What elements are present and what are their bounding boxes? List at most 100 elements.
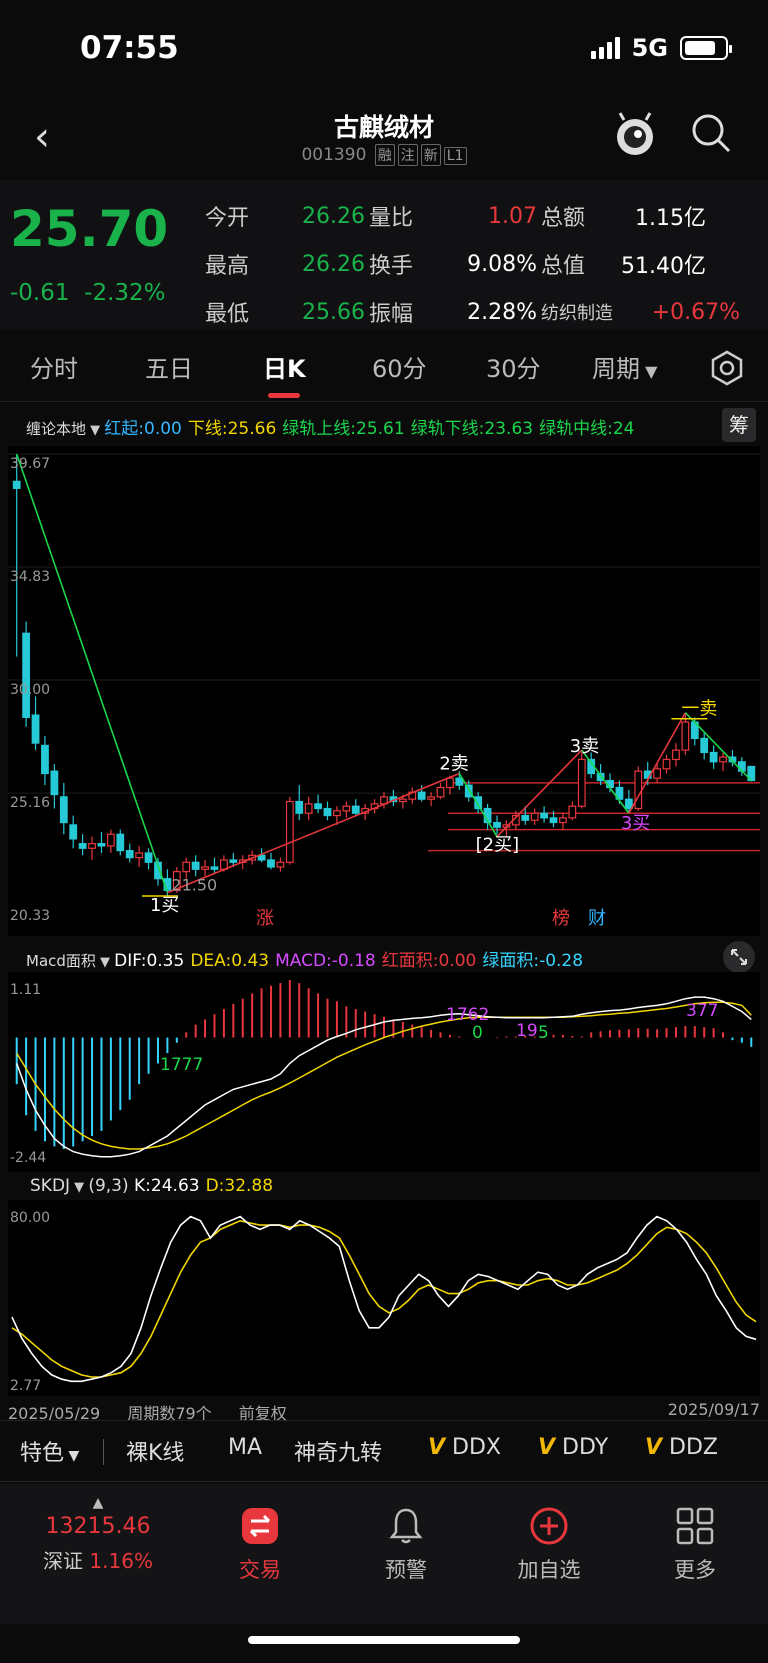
change-percent: -2.32%: [84, 280, 166, 306]
quote-value: 1.07: [488, 203, 537, 229]
status-bar: 07:55 5G: [0, 0, 768, 100]
quote-label: 量比: [369, 206, 414, 231]
stock-code: 001390: [301, 145, 367, 165]
index-name: 深证: [43, 1549, 84, 1573]
legend-item: 绿轨中线:24: [539, 419, 635, 439]
caret-down-icon: ▼: [86, 423, 105, 438]
tab-period[interactable]: 周期 ▼: [592, 349, 657, 384]
tab-60min[interactable]: 60分: [372, 349, 427, 384]
toolbar-ddz[interactable]: V DDZ: [645, 1435, 718, 1460]
list-badge: 榜: [552, 908, 570, 929]
macd-selector[interactable]: Macd面积: [26, 952, 96, 970]
buy-3-label: 3买: [621, 813, 650, 834]
vip-icon: V: [538, 1435, 556, 1460]
sell-2-label: 2卖: [439, 753, 468, 774]
toolbar-ddx-label: DDX: [452, 1435, 501, 1460]
sell-1-label: 一卖: [681, 699, 717, 720]
legend-item: MACD:-0.18: [275, 951, 376, 971]
quote-row: 最高 26.26 换手 9.08% 总值 51.40亿: [205, 240, 760, 288]
toolbar-ddx[interactable]: V DDX: [428, 1435, 501, 1460]
quote-label: 最高: [205, 254, 250, 279]
limit-up-badge: 涨: [256, 908, 274, 929]
expand-icon[interactable]: [722, 940, 756, 974]
nav-add-watchlist[interactable]: 加自选: [494, 1504, 604, 1584]
nav-bar: ‹ 古麒绒材 001390 融注新 L1: [0, 100, 768, 180]
caret-down-icon: ▼: [64, 1448, 80, 1464]
legend-item: DIF:0.35: [114, 951, 185, 971]
toolbar-magic-nine[interactable]: 神奇九转: [294, 1435, 382, 1467]
tag-level: L1: [443, 147, 467, 165]
y-tick-label: 39.67: [10, 456, 50, 472]
tag-registered: 注: [397, 144, 418, 166]
index-ticker[interactable]: ▲ 13215.46 深证 1.16%: [28, 1496, 168, 1574]
macd-legend: Macd面积 ▼ DIF:0.35 DEA:0.43 MACD:-0.18 红面积:0…: [26, 946, 726, 971]
index-value: 13215.46: [45, 1514, 151, 1539]
index-row: 深证 1.16%: [28, 1545, 168, 1574]
end-date: 2025/09/17: [667, 1400, 760, 1419]
legend-item: 绿面积:-0.28: [482, 951, 584, 971]
tag-new: 新: [420, 144, 441, 166]
robot-icon[interactable]: [612, 110, 658, 158]
caret-down-icon: ▼: [70, 1180, 89, 1195]
quote-value: 1.15亿: [635, 206, 706, 231]
nav-more[interactable]: 更多: [640, 1504, 750, 1584]
toolbar-ddy-label: DDY: [562, 1435, 609, 1460]
tab-five-day[interactable]: 五日: [145, 349, 193, 384]
tab-period-label: 周期: [592, 355, 640, 383]
network-label: 5G: [631, 34, 668, 62]
tag-margin: 融: [374, 144, 395, 166]
price-change: -0.61 -2.32%: [10, 280, 166, 306]
candle: [22, 621, 31, 727]
chart-background: [8, 446, 760, 936]
legend-item: 下线:25.66: [187, 419, 277, 439]
vip-icon: V: [428, 1435, 446, 1460]
macd-chart: 1.11 -2.44 1777 17620 19 5 377: [8, 972, 760, 1172]
settings-hexagon-icon[interactable]: [708, 349, 746, 387]
quote-value: 2.28%: [467, 299, 537, 325]
area-label: 377: [686, 1001, 718, 1021]
quote-value: 51.40亿: [621, 254, 706, 279]
battery-icon: [680, 36, 732, 60]
skdj-chart: 80.00 2.77: [8, 1200, 760, 1396]
bell-icon: [389, 1508, 423, 1544]
caret-down-icon: ▼: [640, 362, 658, 381]
y-tick-label: 25.16: [10, 795, 50, 811]
toolbar-divider: [103, 1439, 104, 1465]
tab-30min[interactable]: 30分: [486, 349, 541, 384]
search-icon[interactable]: [690, 112, 732, 154]
skdj-selector[interactable]: SKDJ: [30, 1176, 70, 1196]
add-circle-icon: [530, 1507, 568, 1545]
arrow-up-icon: ▲: [92, 1495, 104, 1511]
change-value: -0.61: [10, 280, 70, 306]
chip-distribution-button[interactable]: 筹: [722, 408, 756, 442]
area-label: 1762: [446, 1005, 489, 1025]
candlestick-chart[interactable]: 39.67 34.83 30.00 25.16 20.33 1买21.50 2卖 [2买] 3卖…: [8, 446, 760, 936]
y-tick-label: 2.77: [10, 1378, 41, 1394]
main-indicator-legend: 缠论本地 ▼ 红起:0.00 下线:25.66 绿轨上线:25.61 绿轨下线:23.…: [26, 414, 726, 439]
toolbar-featured[interactable]: 特色 ▼: [20, 1435, 79, 1467]
legend-item: 红面积:0.00: [381, 951, 477, 971]
indicator-selector[interactable]: 缠论本地: [26, 420, 86, 438]
toolbar-bare-k[interactable]: 裸K线: [126, 1435, 184, 1467]
quote-label: 总值: [541, 254, 586, 279]
y-tick-label: 30.00: [10, 682, 50, 698]
y-tick-label: 34.83: [10, 569, 50, 585]
quote-grid: 今开 26.26 量比 1.07 总额 1.15亿 最高 26.26 换手 9.08% 总值 51.4…: [205, 192, 760, 336]
area-label: 0: [472, 1023, 483, 1043]
candle: [577, 750, 586, 809]
caret-down-icon: ▼: [95, 955, 115, 970]
toolbar-ma[interactable]: MA: [228, 1435, 262, 1460]
toolbar-ddy[interactable]: V DDY: [538, 1435, 608, 1460]
toolbar-featured-label: 特色: [20, 1441, 65, 1466]
indicator-toolbar: 特色 ▼ 裸K线 MA 神奇九转 V DDX V DDY V DDZ: [0, 1420, 768, 1482]
tab-intraday[interactable]: 分时: [30, 349, 78, 384]
nav-trade[interactable]: 交易: [205, 1504, 315, 1584]
skdj-params: (9,3): [88, 1176, 129, 1196]
index-percent: 1.16%: [89, 1549, 153, 1573]
home-indicator: [248, 1636, 520, 1644]
nav-alert[interactable]: 预警: [351, 1504, 461, 1584]
quote-value: 9.08%: [467, 251, 537, 277]
finance-badge: 财: [588, 908, 606, 929]
quote-label: 换手: [369, 254, 414, 279]
tab-daily-k[interactable]: 日K: [263, 349, 306, 398]
